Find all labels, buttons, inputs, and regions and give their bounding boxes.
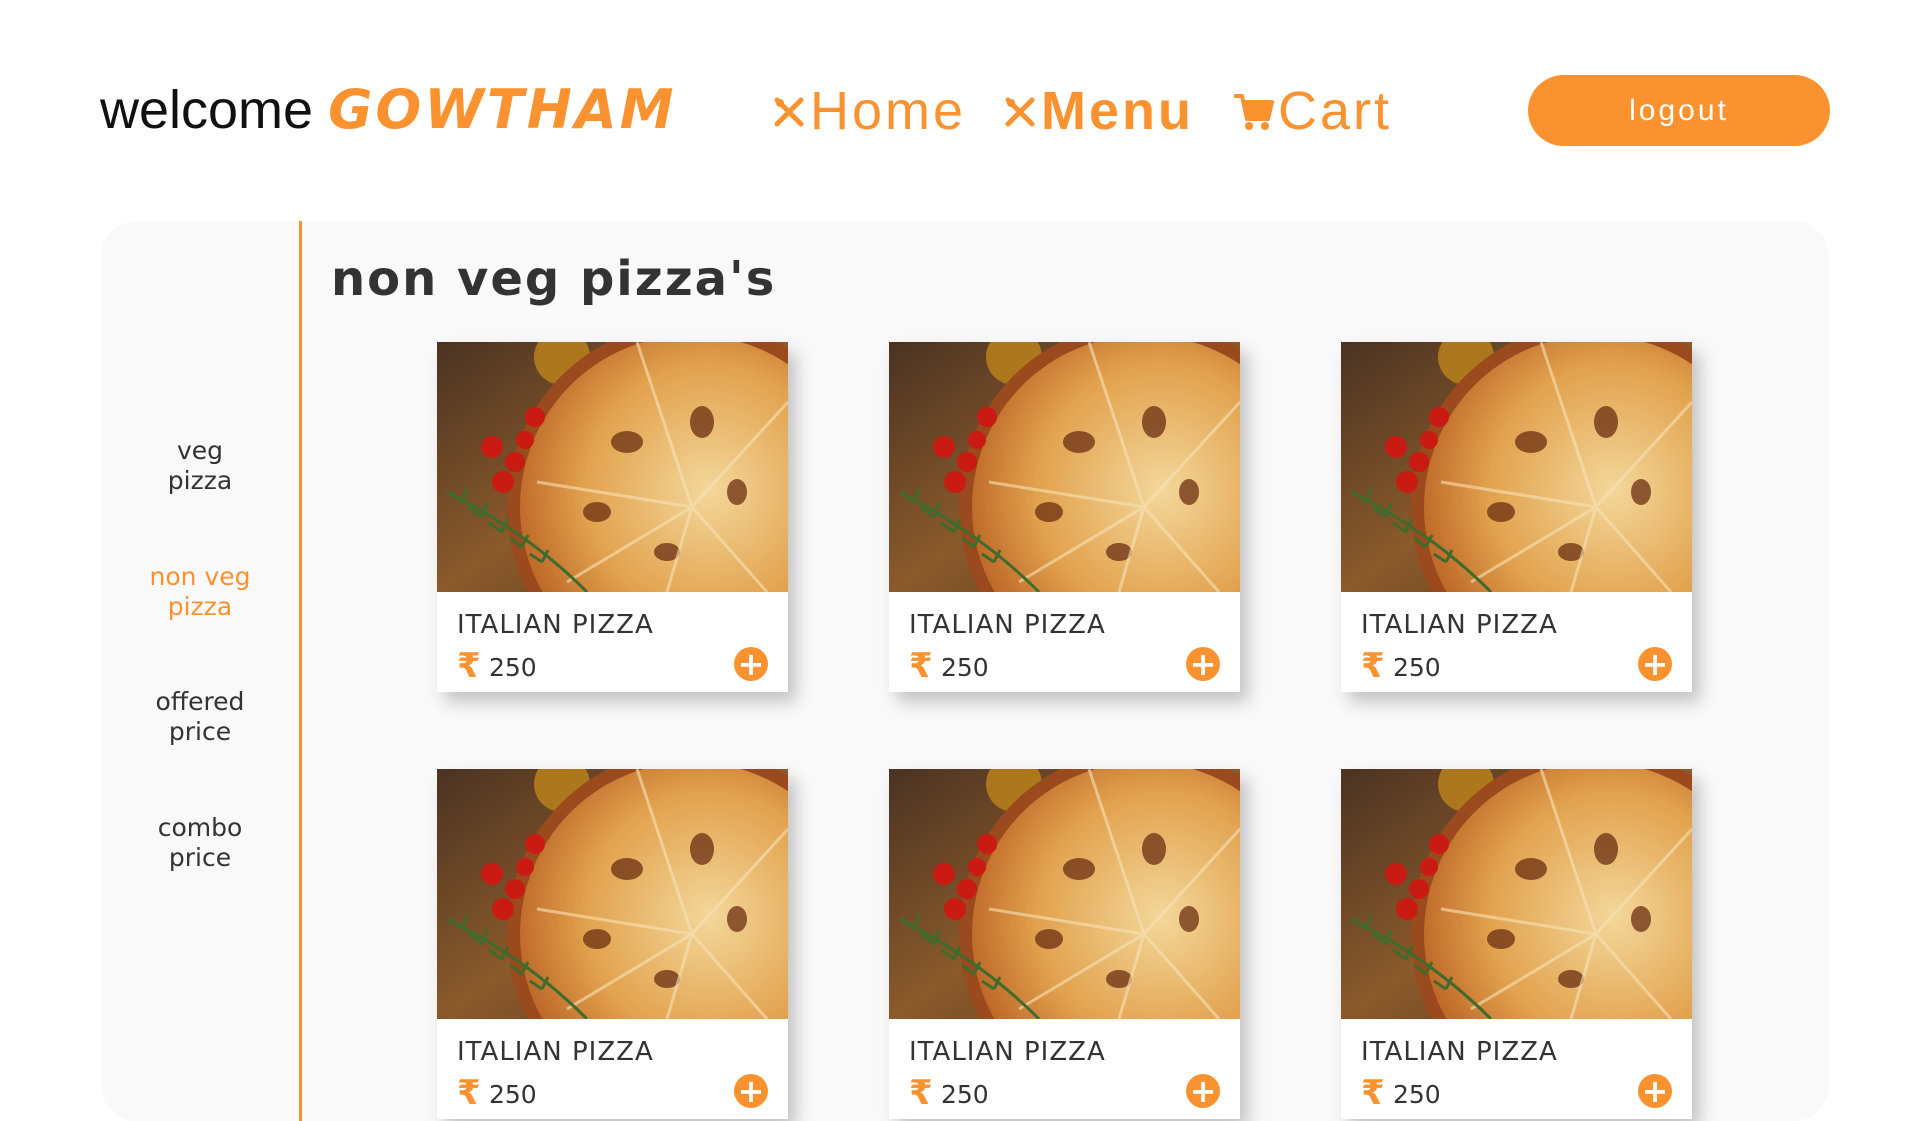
product-price: 250 <box>1393 1080 1441 1109</box>
product-card[interactable]: ITALIAN PIZZA ₹ 250 + <box>889 769 1240 1119</box>
sidebar-item-label: offered <box>155 687 245 716</box>
add-to-cart-button[interactable]: + <box>734 647 768 681</box>
rupee-icon: ₹ <box>1361 646 1385 686</box>
pizza-image <box>437 769 788 1019</box>
product-name: ITALIAN PIZZA <box>1361 610 1558 640</box>
pizza-image <box>1341 769 1692 1019</box>
sidebar-item-label: price <box>168 717 232 746</box>
product-name: ITALIAN PIZZA <box>909 610 1106 640</box>
nav-menu-label: Menu <box>1041 81 1194 141</box>
product-price: 250 <box>489 653 537 682</box>
nav-menu[interactable]: Menu <box>1003 80 1194 142</box>
nav-home-label: Home <box>810 81 967 141</box>
nav-cart[interactable]: Cart <box>1232 80 1392 142</box>
pizza-image <box>437 342 788 592</box>
user-name: GOWTHAM <box>328 78 677 141</box>
product-card[interactable]: ITALIAN PIZZA ₹ 250 + <box>437 342 788 692</box>
sidebar-item-non-veg-pizza[interactable]: non veg pizza <box>101 562 299 622</box>
add-to-cart-button[interactable]: + <box>1638 647 1672 681</box>
sidebar-item-label: pizza <box>167 466 233 495</box>
rupee-icon: ₹ <box>909 1073 933 1113</box>
product-price: 250 <box>489 1080 537 1109</box>
add-to-cart-button[interactable]: + <box>1186 1074 1220 1108</box>
fork-knife-icon <box>774 97 804 127</box>
product-card[interactable]: ITALIAN PIZZA ₹ 250 + <box>1341 342 1692 692</box>
product-name: ITALIAN PIZZA <box>1361 1037 1558 1067</box>
rupee-icon: ₹ <box>457 646 481 686</box>
product-card[interactable]: ITALIAN PIZZA ₹ 250 + <box>437 769 788 1119</box>
sidebar-item-label: non veg <box>149 562 251 591</box>
product-price: 250 <box>941 1080 989 1109</box>
pizza-image <box>1341 342 1692 592</box>
sidebar-item-combo-price[interactable]: combo price <box>101 813 299 873</box>
sidebar-item-label: price <box>168 843 232 872</box>
add-to-cart-button[interactable]: + <box>1638 1074 1672 1108</box>
add-to-cart-button[interactable]: + <box>734 1074 768 1108</box>
product-name: ITALIAN PIZZA <box>457 610 654 640</box>
rupee-icon: ₹ <box>909 646 933 686</box>
fork-knife-icon <box>1005 97 1035 127</box>
sidebar-item-label: veg <box>176 436 224 465</box>
menu-panel: veg pizza non veg pizza offered price co… <box>101 221 1829 1121</box>
add-to-cart-button[interactable]: + <box>1186 647 1220 681</box>
sidebar-item-offered-price[interactable]: offered price <box>101 687 299 747</box>
product-card[interactable]: ITALIAN PIZZA ₹ 250 + <box>1341 769 1692 1119</box>
section-title: non veg pizza's <box>331 251 777 307</box>
product-price: 250 <box>1393 653 1441 682</box>
sidebar-item-veg-pizza[interactable]: veg pizza <box>101 436 299 496</box>
sidebar-item-label: pizza <box>167 592 233 621</box>
sidebar-item-label: combo <box>157 813 243 842</box>
nav-home[interactable]: Home <box>772 80 966 142</box>
welcome-label: welcome <box>100 80 314 140</box>
product-card[interactable]: ITALIAN PIZZA ₹ 250 + <box>889 342 1240 692</box>
logout-button[interactable]: logout <box>1528 75 1830 146</box>
product-price: 250 <box>941 653 989 682</box>
nav-cart-label: Cart <box>1278 81 1393 141</box>
rupee-icon: ₹ <box>1361 1073 1385 1113</box>
welcome-message: welcome GOWTHAM <box>100 78 676 141</box>
rupee-icon: ₹ <box>457 1073 481 1113</box>
pizza-image <box>889 342 1240 592</box>
sidebar-divider <box>299 221 302 1121</box>
pizza-image <box>889 769 1240 1019</box>
cart-icon <box>1234 94 1274 130</box>
product-name: ITALIAN PIZZA <box>457 1037 654 1067</box>
product-name: ITALIAN PIZZA <box>909 1037 1106 1067</box>
